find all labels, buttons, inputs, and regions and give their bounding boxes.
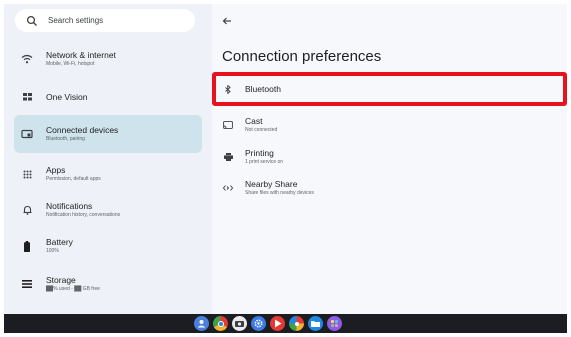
- sidebar-item-subtitle: Permission, default apps: [46, 176, 101, 182]
- sidebar-item-title: Battery: [46, 237, 73, 247]
- row-title: Bluetooth: [245, 83, 281, 94]
- sidebar-item-battery[interactable]: Battery 100%: [14, 229, 202, 263]
- sidebar: Search settings Network & internet Mobil…: [4, 4, 212, 314]
- back-arrow-icon[interactable]: [222, 16, 232, 26]
- page-title: Connection preferences: [222, 48, 382, 65]
- nearby-share-icon: [223, 183, 233, 193]
- sidebar-item-notifications[interactable]: Notifications Notification history, conv…: [14, 193, 202, 227]
- printing-row[interactable]: Printing 1 print service on: [212, 140, 567, 174]
- launcher-icon[interactable]: [194, 316, 209, 331]
- search-icon: [26, 15, 37, 26]
- sidebar-item-subtitle: 100%: [46, 248, 59, 254]
- sidebar-item-one-vision[interactable]: One Vision: [14, 80, 202, 114]
- sidebar-item-apps[interactable]: Apps Permission, default apps: [14, 157, 202, 191]
- shelf: [4, 314, 567, 333]
- storage-icon: [20, 277, 34, 291]
- main-panel: Connection preferences Bluetooth Cast No…: [212, 4, 567, 314]
- sidebar-item-title: Apps: [46, 165, 66, 175]
- grid-icon: [20, 90, 34, 104]
- row-subtitle: Not connected: [245, 127, 278, 133]
- devices-icon: [20, 127, 34, 141]
- sidebar-item-title: Storage: [46, 275, 76, 285]
- row-title: Nearby Share: [245, 179, 298, 189]
- sidebar-item-title: Network & internet: [46, 50, 116, 60]
- settings-icon[interactable]: [251, 316, 266, 331]
- sidebar-item-subtitle: Mobile, Wi-Fi, hotspot: [46, 61, 95, 67]
- sidebar-item-connected-devices[interactable]: Connected devices Bluetooth, pairing: [14, 115, 202, 153]
- play-store-icon[interactable]: [270, 316, 285, 331]
- device-frame: Search settings Network & internet Mobil…: [0, 0, 571, 337]
- app-icon[interactable]: [327, 316, 342, 331]
- chrome-icon[interactable]: [213, 316, 228, 331]
- settings-screen: Search settings Network & internet Mobil…: [4, 4, 567, 314]
- shelf-apps: [194, 316, 342, 331]
- battery-icon: [20, 239, 34, 253]
- sidebar-item-network[interactable]: Network & internet Mobile, Wi-Fi, hotspo…: [14, 42, 202, 76]
- apps-icon: [20, 167, 34, 181]
- bluetooth-icon: [223, 84, 233, 94]
- sidebar-item-title: Notifications: [46, 201, 93, 211]
- cast-row[interactable]: Cast Not connected: [212, 108, 567, 142]
- search-placeholder: Search settings: [48, 16, 104, 25]
- camera-icon[interactable]: [232, 316, 247, 331]
- sidebar-item-subtitle: ██% used - ██ GB free: [46, 286, 100, 292]
- search-input[interactable]: Search settings: [15, 9, 195, 32]
- photos-icon[interactable]: [289, 316, 304, 331]
- row-subtitle: Share files with nearby devices: [245, 190, 314, 196]
- sidebar-item-title: One Vision: [46, 91, 88, 102]
- sidebar-item-title: Connected devices: [46, 125, 119, 135]
- files-icon[interactable]: [308, 316, 323, 331]
- sidebar-item-subtitle: Notification history, conversations: [46, 212, 121, 218]
- cast-icon: [223, 120, 233, 130]
- bluetooth-row[interactable]: Bluetooth: [212, 72, 567, 106]
- sidebar-item-storage[interactable]: Storage ██% used - ██ GB free: [14, 267, 202, 301]
- row-subtitle: 1 print service on: [245, 159, 284, 165]
- wifi-icon: [20, 52, 34, 66]
- printer-icon: [223, 152, 233, 162]
- nearby-share-row[interactable]: Nearby Share Share files with nearby dev…: [212, 171, 567, 205]
- sidebar-item-subtitle: Bluetooth, pairing: [46, 136, 85, 142]
- row-title: Cast: [245, 116, 263, 126]
- bell-icon: [20, 203, 34, 217]
- row-title: Printing: [245, 148, 274, 158]
